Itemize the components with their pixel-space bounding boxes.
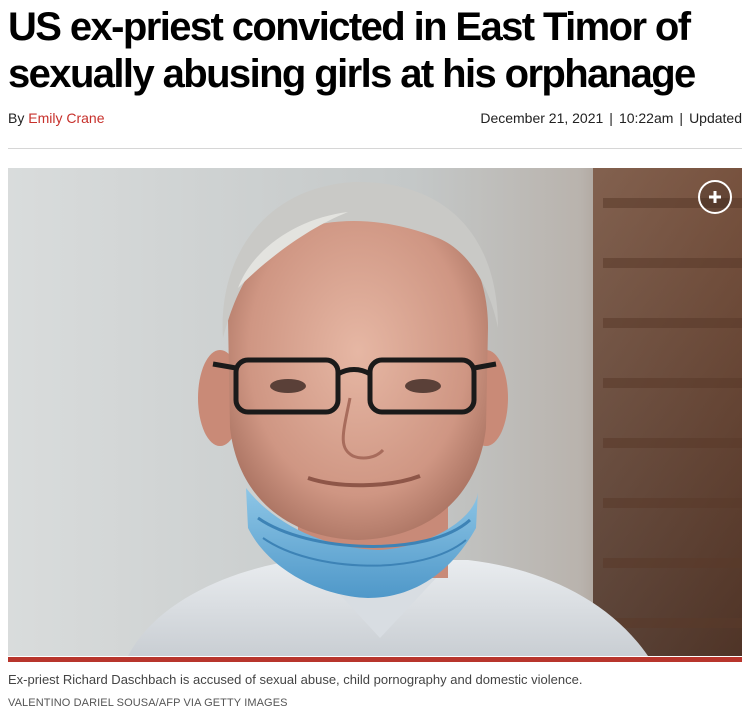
meta-separator: | <box>609 110 613 126</box>
publish-time: 10:22am <box>618 110 674 126</box>
publish-date: December 21, 2021 <box>480 110 604 126</box>
portrait-illustration <box>8 168 742 656</box>
photo-caption: Ex-priest Richard Daschbach is accused o… <box>8 672 583 687</box>
expand-image-button[interactable] <box>698 180 732 214</box>
article-headline: US ex-priest convicted in East Timor of … <box>8 5 696 96</box>
byline: By Emily Crane December 21, 2021 | 10:22am… <box>8 108 742 128</box>
publish-meta: December 21, 2021 | 10:22am | Updated <box>480 110 742 126</box>
meta-separator: | <box>679 110 684 126</box>
author-line: By Emily Crane <box>8 110 104 126</box>
author-link[interactable]: Emily Crane <box>28 110 104 126</box>
updated-label: Updated <box>689 110 742 126</box>
plus-icon <box>709 191 721 203</box>
byline-prefix: By <box>8 110 25 126</box>
header-divider <box>8 148 742 149</box>
article-photo[interactable] <box>8 168 742 656</box>
photo-credit: VALENTINO DARIEL SOUSA/AFP via Getty Ima… <box>8 697 288 709</box>
caption-accent-bar <box>8 657 742 662</box>
